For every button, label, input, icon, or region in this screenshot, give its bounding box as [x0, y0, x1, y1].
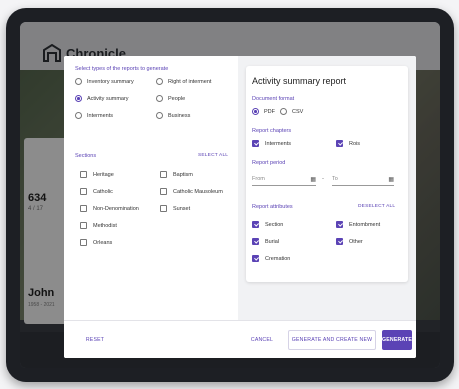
checkbox-label: Entombment: [349, 221, 381, 228]
attribute-cremation[interactable]: Cremation: [252, 255, 290, 262]
reset-button[interactable]: RESET: [78, 332, 112, 348]
radio-label: Activity summary: [87, 95, 129, 102]
generate-report-dialog: Select types of the reports to generate …: [64, 56, 416, 358]
radio-activity-summary[interactable]: Activity summary: [75, 95, 129, 102]
checkbox-icon-checked[interactable]: [252, 221, 259, 228]
radio-label: Business: [168, 112, 191, 119]
section-baptism[interactable]: Baptism: [160, 171, 193, 178]
checkbox-icon[interactable]: [160, 205, 167, 212]
checkbox-icon[interactable]: [160, 188, 167, 195]
section-orleans[interactable]: Orleans: [80, 239, 112, 246]
checkbox-icon[interactable]: [80, 222, 87, 229]
section-methodist[interactable]: Methodist: [80, 222, 117, 229]
format-pdf[interactable]: PDF: [252, 108, 275, 115]
radio-icon-selected[interactable]: [75, 95, 82, 102]
checkbox-icon[interactable]: [80, 205, 87, 212]
section-catholic[interactable]: Catholic: [80, 188, 113, 195]
radio-icon-selected[interactable]: [252, 108, 259, 115]
checkbox-icon[interactable]: [80, 171, 87, 178]
attribute-burial[interactable]: Burial: [252, 238, 279, 245]
cancel-button[interactable]: CANCEL: [244, 332, 280, 348]
to-placeholder: To: [332, 176, 338, 182]
calendar-icon[interactable]: ▦: [388, 176, 394, 183]
radio-icon[interactable]: [156, 112, 163, 119]
attribute-other[interactable]: Other: [336, 238, 363, 245]
checkbox-label: Orleans: [93, 239, 113, 246]
radio-right-of-interment[interactable]: Right of interment: [156, 78, 211, 85]
dialog-footer: RESET CANCEL GENERATE AND CREATE NEW GEN…: [64, 320, 416, 358]
radio-label: People: [168, 95, 186, 102]
radio-inventory-summary[interactable]: Inventory summary: [75, 78, 134, 85]
checkbox-icon[interactable]: [80, 239, 87, 246]
checkbox-icon-checked[interactable]: [252, 140, 259, 147]
checkbox-label: Methodist: [93, 222, 117, 229]
report-settings-panel: Activity summary report Document format …: [238, 56, 416, 320]
format-csv[interactable]: CSV: [280, 108, 303, 115]
checkbox-icon[interactable]: [80, 188, 87, 195]
generate-button[interactable]: GENERATE: [382, 330, 412, 350]
checkbox-label: Catholic Mausoleum: [173, 188, 223, 195]
chapter-interments[interactable]: Interments: [252, 140, 291, 147]
radio-icon[interactable]: [156, 78, 163, 85]
tablet-screen: Chronicle 634 4 / 17 John 1958 - 2021 Se…: [20, 22, 440, 368]
report-title: Activity summary report: [252, 76, 347, 86]
checkbox-label: Other: [349, 238, 363, 245]
report-type-panel: Select types of the reports to generate …: [64, 56, 238, 320]
radio-label: PDF: [264, 108, 275, 115]
attribute-entombment[interactable]: Entombment: [336, 221, 380, 228]
radio-label: Right of interment: [168, 78, 212, 85]
radio-icon[interactable]: [156, 95, 163, 102]
deselect-all-button[interactable]: DESELECT ALL: [358, 204, 395, 209]
radio-label: Inventory summary: [87, 78, 134, 85]
radio-icon[interactable]: [75, 78, 82, 85]
checkbox-icon-checked[interactable]: [252, 255, 259, 262]
report-types-title: Select types of the reports to generate: [75, 66, 169, 72]
checkbox-label: Interments: [265, 140, 291, 147]
checkbox-icon-checked[interactable]: [336, 140, 343, 147]
checkbox-label: Sunset: [173, 205, 191, 212]
radio-icon[interactable]: [75, 112, 82, 119]
radio-people[interactable]: People: [156, 95, 185, 102]
report-period-title: Report period: [252, 160, 286, 166]
checkbox-label: Section: [265, 221, 284, 228]
document-format-title: Document format: [252, 96, 295, 102]
chapter-rois[interactable]: Rois: [336, 140, 360, 147]
section-non-denomination[interactable]: Non-Denomination: [80, 205, 139, 212]
radio-interments[interactable]: Interments: [75, 112, 113, 119]
report-chapters-title: Report chapters: [252, 128, 292, 134]
section-catholic-mausoleum[interactable]: Catholic Mausoleum: [160, 188, 223, 195]
attribute-section[interactable]: Section: [252, 221, 283, 228]
checkbox-label: Non-Denomination: [93, 205, 139, 212]
from-placeholder: From: [252, 176, 265, 182]
sections-title: Sections: [75, 153, 97, 159]
period-to-field[interactable]: To ▦: [332, 176, 394, 186]
report-attributes-title: Report attributes: [252, 204, 293, 210]
section-heritage[interactable]: Heritage: [80, 171, 114, 178]
checkbox-icon[interactable]: [160, 171, 167, 178]
checkbox-icon-checked[interactable]: [252, 238, 259, 245]
checkbox-icon-checked[interactable]: [336, 238, 343, 245]
select-all-button[interactable]: SELECT ALL: [198, 153, 228, 158]
radio-business[interactable]: Business: [156, 112, 190, 119]
period-from-field[interactable]: From ▦: [252, 176, 316, 186]
generate-and-create-new-button[interactable]: GENERATE AND CREATE NEW: [288, 330, 376, 350]
radio-label: CSV: [292, 108, 304, 115]
checkbox-label: Burial: [265, 238, 280, 245]
checkbox-label: Heritage: [93, 171, 114, 178]
radio-label: Interments: [87, 112, 113, 119]
checkbox-icon-checked[interactable]: [336, 221, 343, 228]
calendar-icon[interactable]: ▦: [310, 176, 316, 183]
tablet-frame: Chronicle 634 4 / 17 John 1958 - 2021 Se…: [6, 8, 454, 382]
checkbox-label: Baptism: [173, 171, 193, 178]
radio-icon[interactable]: [280, 108, 287, 115]
period-separator: -: [322, 176, 324, 182]
checkbox-label: Rois: [349, 140, 361, 147]
checkbox-label: Cremation: [265, 255, 291, 262]
stage: Chronicle 634 4 / 17 John 1958 - 2021 Se…: [0, 0, 459, 389]
checkbox-label: Catholic: [93, 188, 113, 195]
section-sunset[interactable]: Sunset: [160, 205, 190, 212]
